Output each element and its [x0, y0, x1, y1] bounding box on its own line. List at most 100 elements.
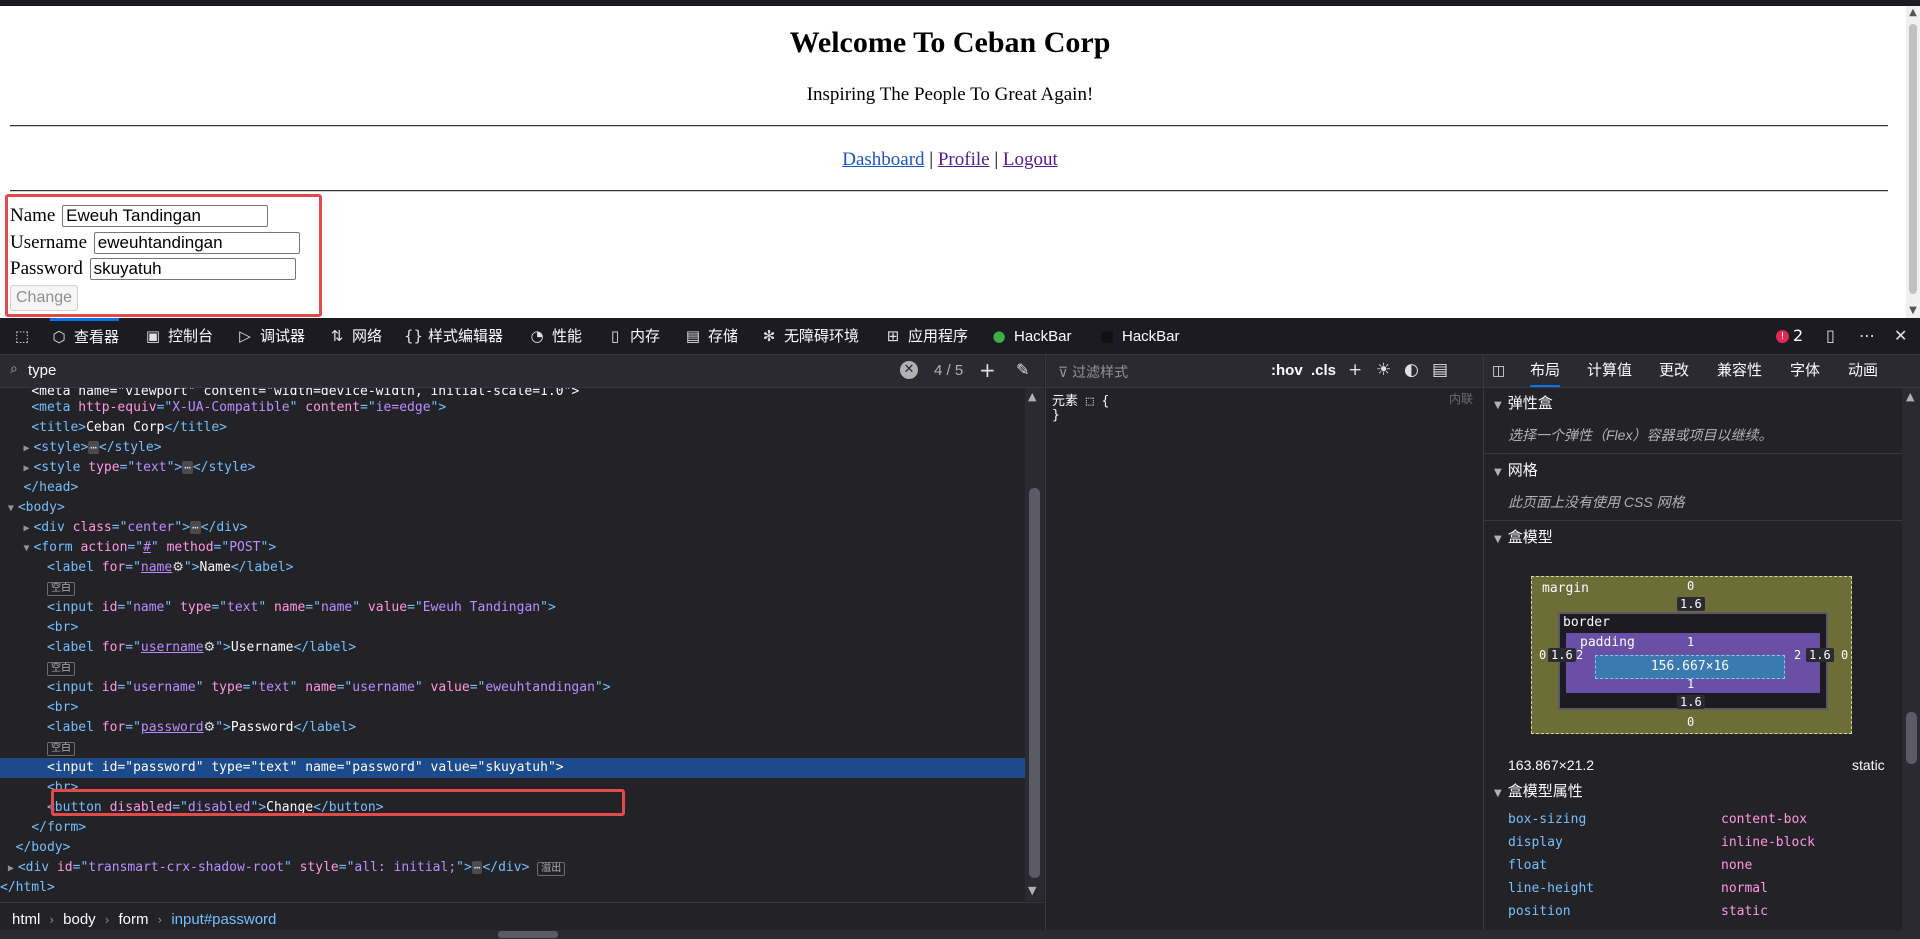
tab-storage[interactable]: ▤ 存储: [684, 318, 738, 354]
padding-left-value[interactable]: 2: [1573, 648, 1586, 662]
tab-computed[interactable]: 计算值: [1587, 355, 1632, 387]
boxmodel-content[interactable]: 156.667×16: [1595, 655, 1785, 679]
light-theme-icon[interactable]: ☀: [1376, 360, 1391, 380]
tab-debugger[interactable]: ▷ 调试器: [236, 318, 305, 354]
tab-performance[interactable]: ◔ 性能: [528, 318, 582, 354]
tab-fonts[interactable]: 字体: [1790, 355, 1820, 387]
section-flexbox[interactable]: ▼ 弹性盒: [1484, 389, 1902, 419]
scroll-up-icon[interactable]: ▲: [1906, 390, 1914, 403]
margin-right-value[interactable]: 0: [1838, 648, 1851, 662]
scroll-thumb[interactable]: [1906, 712, 1917, 764]
toggle-pane-icon[interactable]: ◫: [1492, 363, 1505, 379]
markup-line[interactable]: <input id="name" type="text" name="name"…: [0, 598, 1025, 618]
add-node-icon[interactable]: +: [979, 358, 996, 382]
markup-search-input[interactable]: type: [28, 362, 56, 379]
scroll-down-icon[interactable]: ▼: [1906, 304, 1920, 318]
logout-link[interactable]: Logout: [1003, 149, 1058, 170]
markup-line[interactable]: <label for="password⚙">Password</label>: [0, 718, 1025, 738]
markup-line-selected[interactable]: <input id="password" type="text" name="p…: [0, 758, 1025, 778]
markup-line[interactable]: <br>: [0, 698, 1025, 718]
tab-hackbar-2[interactable]: ■ HackBar: [1098, 318, 1180, 354]
scroll-up-icon[interactable]: ▲: [1906, 6, 1920, 20]
border-left-value[interactable]: 1.6: [1548, 648, 1576, 662]
expand-arrow-icon[interactable]: ▶: [23, 519, 33, 539]
markup-line[interactable]: <label for="name⚙">Name</label>: [0, 558, 1025, 578]
markup-scrollbar[interactable]: ▲ ▼: [1025, 388, 1044, 901]
tab-animations[interactable]: 动画: [1848, 355, 1878, 387]
tab-hackbar[interactable]: ● HackBar: [990, 318, 1071, 354]
tab-console[interactable]: ▣ 控制台: [144, 318, 213, 354]
close-icon[interactable]: ✕: [1894, 318, 1907, 354]
error-count-badge[interactable]: ! 2: [1776, 318, 1803, 354]
scroll-thumb[interactable]: [498, 931, 558, 938]
markup-line[interactable]: ▶ <div id="transmart-crx-shadow-root" sty…: [0, 858, 1025, 878]
tab-accessibility[interactable]: ✻ 无障碍环境: [760, 318, 859, 354]
breadcrumb-item[interactable]: html: [12, 911, 40, 928]
add-rule-icon[interactable]: +: [1348, 360, 1362, 380]
dashboard-link[interactable]: Dashboard: [842, 149, 924, 170]
tab-changes[interactable]: 更改: [1659, 355, 1689, 387]
collapsed-ellipsis-icon[interactable]: ⋯: [471, 861, 483, 874]
whitespace-badge[interactable]: 空白: [46, 662, 75, 676]
element-rule[interactable]: 元素 ⬚ {: [1052, 390, 1109, 409]
page-scrollbar[interactable]: ▲ ▼: [1906, 6, 1920, 318]
padding-right-value[interactable]: 2: [1791, 648, 1804, 662]
collapse-arrow-icon[interactable]: ▼: [8, 499, 18, 519]
eyedropper-icon[interactable]: ✎: [1016, 360, 1029, 379]
tab-network[interactable]: ⇅ 网络: [328, 318, 382, 354]
cls-toggle[interactable]: .cls: [1311, 362, 1336, 379]
name-input[interactable]: [62, 204, 269, 227]
margin-top-value[interactable]: 0: [1684, 579, 1697, 593]
collapsed-ellipsis-icon[interactable]: ⋯: [88, 441, 99, 454]
print-media-icon[interactable]: ▤: [1432, 360, 1448, 380]
hov-toggle[interactable]: :hov: [1271, 362, 1303, 379]
gear-icon[interactable]: ⚙: [204, 720, 216, 735]
horizontal-scrollbar[interactable]: [0, 930, 1920, 939]
gear-icon[interactable]: ⚙: [204, 640, 216, 655]
markup-line[interactable]: <title>Ceban Corp</title>: [0, 418, 1025, 438]
password-input[interactable]: [89, 257, 296, 280]
markup-line[interactable]: ▶ <style> ⋯ </style>: [0, 438, 1025, 458]
change-button[interactable]: Change: [10, 285, 79, 311]
expand-arrow-icon[interactable]: ▶: [8, 859, 18, 879]
whitespace-badge[interactable]: 空白: [46, 582, 75, 596]
padding-top-value[interactable]: 1: [1684, 635, 1697, 649]
clear-search-icon[interactable]: ✕: [900, 361, 918, 379]
tab-application[interactable]: ⊞ 应用程序: [884, 318, 968, 354]
tab-compatibility[interactable]: 兼容性: [1717, 355, 1762, 387]
markup-line[interactable]: <label for="username⚙">Username</label>: [0, 638, 1025, 658]
markup-line[interactable]: ▶ <div class="center"> ⋯ </div>: [0, 518, 1025, 538]
dock-icon[interactable]: ▯: [1826, 318, 1835, 354]
markup-line[interactable]: </body>: [0, 838, 1025, 858]
tab-memory[interactable]: ▯ 内存: [606, 318, 660, 354]
tab-inspector[interactable]: ⬡ 查看器: [50, 318, 120, 354]
markup-line[interactable]: ▼ <body>: [0, 498, 1025, 518]
expand-arrow-icon[interactable]: ▶: [23, 439, 33, 459]
collapsed-ellipsis-icon[interactable]: ⋯: [182, 461, 193, 474]
filter-styles-input[interactable]: ⊽ 过滤样式: [1058, 362, 1128, 382]
border-right-value[interactable]: 1.6: [1806, 648, 1834, 662]
markup-line[interactable]: <meta http-equiv="X-UA-Compatible" conte…: [0, 398, 1025, 418]
markup-line[interactable]: <input id="username" type="text" name="u…: [0, 678, 1025, 698]
markup-line[interactable]: ▼ <form action="#" method="POST">: [0, 538, 1025, 558]
scroll-thumb[interactable]: [1909, 24, 1917, 294]
scroll-up-icon[interactable]: ▲: [1028, 390, 1036, 403]
markup-line[interactable]: </head>: [0, 478, 1025, 498]
overflow-badge[interactable]: 溢出: [537, 862, 566, 876]
more-options-icon[interactable]: ⋯: [1859, 318, 1875, 354]
scroll-thumb[interactable]: [1029, 488, 1040, 878]
layout-scrollbar[interactable]: ▲: [1902, 388, 1920, 939]
dark-theme-icon[interactable]: ◐: [1404, 360, 1419, 380]
section-boxmodel-props[interactable]: ▼ 盒模型属性: [1484, 777, 1902, 807]
expand-arrow-icon[interactable]: ▶: [23, 459, 33, 479]
whitespace-badge[interactable]: 空白: [46, 742, 75, 756]
username-input[interactable]: [93, 231, 300, 254]
breadcrumb-item[interactable]: form: [119, 911, 149, 928]
markup-line[interactable]: </html>: [0, 878, 1025, 898]
gear-icon[interactable]: ⚙: [172, 560, 184, 575]
collapse-arrow-icon[interactable]: ▼: [23, 539, 33, 559]
border-top-value[interactable]: 1.6: [1677, 597, 1705, 611]
markup-line[interactable]: <br>: [0, 618, 1025, 638]
tab-layout[interactable]: 布局: [1530, 355, 1561, 387]
border-bottom-value[interactable]: 1.6: [1677, 695, 1705, 709]
